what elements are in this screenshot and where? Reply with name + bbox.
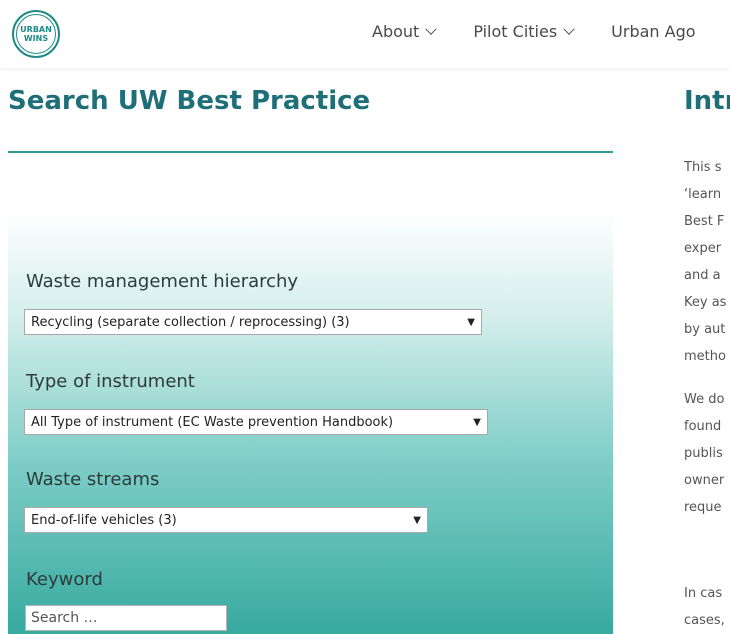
intro-text-line: We do (684, 392, 725, 407)
chevron-down-icon (563, 23, 575, 35)
intro-title: Intr (684, 86, 730, 116)
nav-item-about[interactable]: About (372, 22, 437, 41)
waste-streams-selected-value: End-of-life vehicles (3) (31, 512, 177, 528)
main-nav: About Pilot Cities Urban Ago (372, 22, 730, 41)
intro-text-line: This s (684, 160, 722, 175)
keyword-search-input[interactable] (25, 605, 227, 631)
dropdown-arrow-icon: ▼ (467, 316, 475, 328)
nav-item-label: About (372, 22, 420, 41)
title-divider (8, 151, 613, 153)
intro-text-line: and a (684, 268, 721, 283)
intro-text-line: Best F (684, 214, 725, 229)
intro-text-line: reque (684, 500, 722, 515)
logo-emblem: URBAN WINS (16, 14, 56, 54)
keyword-label: Keyword (26, 569, 103, 590)
hierarchy-selected-value: Recycling (separate collection / reproce… (31, 314, 350, 330)
dropdown-arrow-icon: ▼ (413, 514, 421, 526)
intro-text-line: ‘learn (684, 187, 722, 202)
nav-item-label: Pilot Cities (473, 22, 558, 41)
hierarchy-select[interactable]: Recycling (separate collection / reproce… (24, 309, 482, 335)
intro-text-line: metho (684, 349, 726, 364)
nav-item-label: Urban Ago (611, 22, 696, 41)
intro-text-line: In cas (684, 586, 723, 601)
logo-line-1: URBAN (20, 25, 52, 34)
instrument-select[interactable]: All Type of instrument (EC Waste prevent… (24, 409, 488, 435)
intro-text-line: Key as (684, 295, 727, 310)
hierarchy-label: Waste management hierarchy (26, 271, 299, 292)
intro-text-line: found (684, 419, 722, 434)
intro-text-line: by aut (684, 322, 726, 337)
instrument-selected-value: All Type of instrument (EC Waste prevent… (31, 414, 394, 430)
nav-item-urban-agora[interactable]: Urban Ago (611, 22, 695, 41)
intro-text-line: exper (684, 241, 722, 256)
dropdown-arrow-icon: ▼ (473, 416, 481, 428)
instrument-label: Type of instrument (26, 371, 195, 392)
logo-line-2: WINS (23, 34, 49, 43)
intro-text-line: owner (684, 473, 725, 488)
intro-text-line: publis (684, 446, 723, 461)
page-title: Search UW Best Practice (8, 86, 371, 116)
nav-item-pilot-cities[interactable]: Pilot Cities (473, 22, 575, 41)
waste-streams-select[interactable]: End-of-life vehicles (3) ▼ (24, 507, 428, 533)
site-header: URBAN WINS About Pilot Cities Urban Ago (0, 0, 730, 68)
intro-text-line: cases, (684, 613, 725, 628)
urban-wins-logo[interactable]: URBAN WINS (12, 10, 60, 58)
chevron-down-icon (425, 23, 437, 35)
waste-streams-label: Waste streams (26, 469, 160, 490)
